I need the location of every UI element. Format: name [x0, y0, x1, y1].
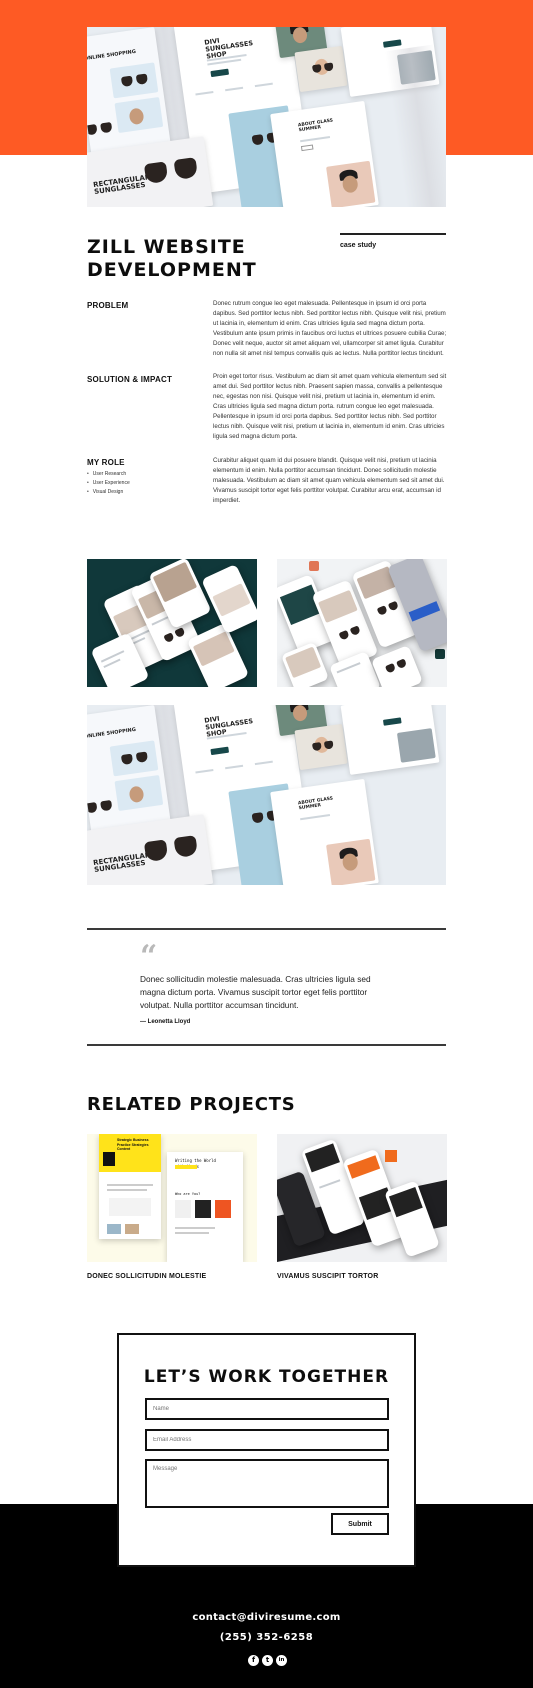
- role-item: User Experience: [87, 479, 130, 488]
- quote-text: Donec sollicitudin molestie malesuada. C…: [140, 974, 371, 1010]
- role-list: User Research User Experience Visual Des…: [87, 470, 130, 497]
- quote-icon: “: [140, 939, 158, 974]
- problem-text: Donec rutrum congue leo eget malesuada. …: [213, 300, 447, 357]
- footer-email-link[interactable]: contact@diviresume.com: [0, 1612, 533, 1623]
- hero-rectangular-label: RECTANGULAR SUNGLASSES: [92, 173, 151, 197]
- related-project-title-2[interactable]: VIVAMUS SUSCIPIT TORTOR: [277, 1273, 378, 1280]
- gallery-image-website: ONLINE SHOPPING DIVI SUNGLASSES SHOP ABO…: [87, 705, 446, 885]
- related-projects-heading: RELATED PROJECTS: [87, 1094, 296, 1115]
- case-study-divider: [340, 233, 446, 235]
- submit-button[interactable]: Submit: [331, 1513, 389, 1535]
- role-text: Curabitur aliquet quam id dui posuere bl…: [213, 457, 445, 504]
- gallery-image-mobile-light: [277, 559, 447, 687]
- social-links: f t in: [248, 1655, 287, 1666]
- linkedin-icon[interactable]: in: [276, 1655, 287, 1666]
- quote-author: — Leonetta Lloyd: [140, 1019, 191, 1025]
- related-project-1-mock-section: Who are You?: [175, 1192, 201, 1196]
- gallery-online-shopping-label: ONLINE SHOPPING: [87, 726, 137, 741]
- email-field[interactable]: [145, 1429, 389, 1451]
- hero-mockup-image: ONLINE SHOPPING DIVI SUNGLASSES SHOP ABO…: [87, 27, 446, 207]
- related-project-image-2[interactable]: [277, 1134, 447, 1262]
- gallery-rectangular-label: RECTANGULAR SUNGLASSES: [92, 851, 151, 875]
- quote-top-rule: [87, 928, 446, 930]
- related-project-title-1[interactable]: DONEC SOLLICITUDIN MOLESTIE: [87, 1273, 206, 1280]
- contact-heading: LET’S WORK TOGETHER: [143, 1367, 390, 1387]
- message-field[interactable]: [145, 1459, 389, 1508]
- solution-text: Proin eget tortor risus. Vestibulum ac d…: [213, 373, 447, 440]
- case-study-tag: case study: [340, 242, 377, 249]
- name-field[interactable]: [145, 1398, 389, 1420]
- role-item: User Research: [87, 470, 130, 479]
- related-project-image-1[interactable]: Strategic Business Practice Strategies C…: [87, 1134, 257, 1262]
- facebook-icon[interactable]: f: [248, 1655, 259, 1666]
- contact-form-card: LET’S WORK TOGETHER Submit: [117, 1333, 416, 1567]
- role-heading: MY ROLE: [87, 458, 125, 467]
- project-title: ZILL WEBSITE DEVELOPMENT: [87, 236, 257, 281]
- role-item: Visual Design: [87, 488, 130, 497]
- footer-phone-link[interactable]: (255) 352-6258: [0, 1632, 533, 1643]
- solution-heading: SOLUTION & IMPACT: [87, 375, 173, 384]
- hero-online-shopping-label: ONLINE SHOPPING: [87, 48, 137, 63]
- related-project-1-mock-heading: Strategic Business Practice Strategies C…: [117, 1138, 149, 1151]
- twitter-icon[interactable]: t: [262, 1655, 273, 1666]
- hero-about-label: ABOUT GLASS SUMMER: [297, 118, 334, 134]
- quote-bottom-rule: [87, 1044, 446, 1046]
- gallery-about-label: ABOUT GLASS SUMMER: [297, 796, 334, 812]
- gallery-image-mobile-dark: [87, 559, 257, 687]
- problem-heading: PROBLEM: [87, 301, 129, 310]
